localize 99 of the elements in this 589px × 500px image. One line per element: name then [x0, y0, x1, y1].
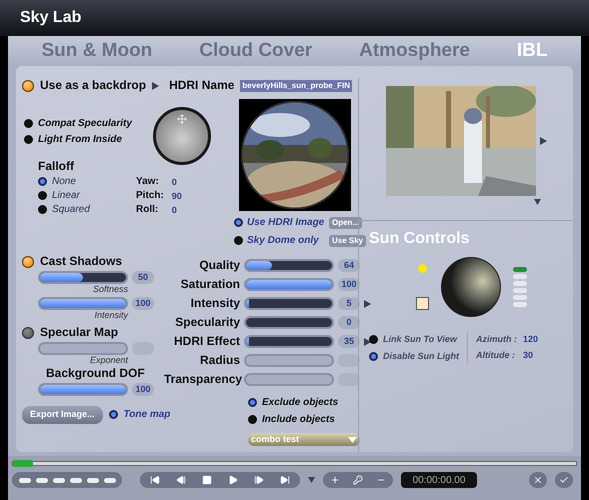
toggle-button[interactable] [22, 256, 34, 268]
sun-controls-title: Sun Controls [369, 229, 470, 249]
cast-shadows-label: Cast Shadows [40, 254, 122, 269]
tab[interactable]: Sun & Moon [41, 36, 152, 66]
source-option: Use HDRI Image [247, 215, 325, 230]
segment-button-bar[interactable] [12, 472, 122, 488]
rotation-label: Pitch: [136, 189, 164, 203]
slider-track[interactable] [244, 259, 334, 272]
right-arrow-icon[interactable] [152, 82, 160, 90]
slider-label: Specularity [174, 315, 240, 330]
plus-icon [330, 475, 340, 485]
readout-value: 120 [523, 333, 538, 346]
combo-value: combo test [251, 432, 300, 446]
radio-button[interactable] [234, 218, 243, 227]
level-indicator-icon [512, 267, 526, 307]
radio-button[interactable] [369, 335, 378, 344]
close-icon [533, 475, 543, 485]
slider-track[interactable] [244, 335, 334, 348]
object-option: Exclude objects [262, 395, 338, 410]
source-button[interactable]: Open... [329, 216, 362, 228]
slider-label: Transparency [164, 372, 240, 387]
slider-caption: Exponent [88, 355, 128, 366]
slider-label: HDRI Effect [172, 334, 240, 349]
rotation-value: 0 [172, 204, 178, 217]
radio-button[interactable] [234, 236, 243, 245]
slider-value: 5 [338, 297, 360, 310]
time-display: 00:00:00.00 [401, 472, 477, 488]
down-arrow-icon[interactable] [308, 476, 315, 484]
toggle-button[interactable] [22, 326, 34, 338]
check-icon [559, 475, 569, 485]
radio-button[interactable] [248, 415, 257, 424]
specular-map-label: Specular Map [40, 325, 118, 340]
slider-caption: Softness [92, 284, 128, 295]
radio-button[interactable] [24, 135, 33, 144]
radio-button[interactable] [369, 352, 378, 361]
hdri-name-label: HDRI Name [169, 78, 234, 93]
radio-button[interactable] [24, 119, 33, 128]
slider-track[interactable] [38, 271, 128, 284]
color-swatch[interactable] [416, 297, 428, 310]
export-image-button[interactable]: Export Image... [22, 406, 103, 424]
source-button[interactable]: Use Sky [329, 234, 366, 246]
slider-value: 64 [338, 259, 360, 272]
falloff-option: Squared [52, 203, 90, 216]
right-arrow-icon[interactable] [364, 300, 371, 308]
slider-value: 100 [132, 383, 154, 396]
slider-label: Quality [198, 258, 240, 273]
slider-track[interactable] [244, 297, 334, 310]
tab[interactable]: Atmosphere [359, 36, 470, 66]
slider-value: 50 [132, 271, 154, 284]
slider-value: 0 [338, 316, 360, 329]
hdri-name-field[interactable]: beverlyHills_sun_probe_FIN [240, 80, 352, 92]
falloff-option: Linear [52, 189, 80, 202]
tab[interactable]: IBL [516, 36, 548, 66]
option-label: Compat Specularity [38, 117, 132, 130]
key-icon [353, 475, 363, 485]
rotation-label: Yaw: [136, 175, 160, 189]
readout-label: Altitude : [476, 349, 516, 362]
rotation-value: 90 [172, 190, 182, 203]
slider-label: Intensity [190, 296, 240, 311]
slider-value: 100 [338, 278, 360, 291]
right-arrow-icon[interactable] [540, 137, 546, 145]
timeline-handle[interactable] [13, 460, 33, 466]
timeline-track[interactable] [12, 460, 577, 466]
readout-value: 30 [523, 349, 534, 362]
down-arrow-icon[interactable] [534, 198, 541, 206]
cancel-button[interactable] [529, 472, 547, 488]
tab[interactable]: Cloud Cover [199, 36, 312, 66]
sun-indicator-icon [418, 264, 426, 273]
radio-button[interactable] [248, 398, 257, 407]
slider-value: 35 [338, 335, 360, 348]
radio-button[interactable] [38, 205, 47, 214]
background-dof-label: Background DOF [45, 366, 146, 381]
right-arrow-icon[interactable] [364, 338, 371, 346]
radio-button[interactable] [38, 191, 47, 200]
radio-button[interactable] [108, 410, 118, 420]
falloff-label: Falloff [37, 159, 75, 174]
radio-button[interactable] [38, 177, 47, 186]
move-icon [177, 114, 187, 124]
slider-label: Radius [198, 353, 240, 368]
falloff-option: None [52, 175, 76, 188]
option-label: Light From Inside [38, 133, 122, 146]
object-option: Include objects [262, 412, 335, 427]
window-title: Sky Lab [20, 8, 82, 28]
source-option: Sky Dome only [247, 233, 325, 248]
sun-option: Link Sun To View [383, 333, 457, 346]
readout-label: Azimuth : [476, 333, 518, 346]
rotation-label: Roll: [136, 203, 160, 217]
slider-value: 100 [132, 297, 154, 310]
slider-track[interactable] [244, 316, 334, 329]
tone-map-label: Tone map [124, 408, 170, 422]
toggle-button[interactable] [22, 80, 34, 92]
confirm-button[interactable] [555, 472, 573, 488]
rotation-value: 0 [172, 176, 178, 189]
sun-option: Disable Sun Light [383, 350, 460, 363]
dropdown-icon [348, 436, 357, 442]
slider-caption: Intensity [93, 310, 128, 321]
combo-box[interactable]: combo test [248, 433, 360, 446]
slider-label: Saturation [180, 277, 240, 292]
backdrop-label: Use as a backdrop [40, 78, 146, 93]
